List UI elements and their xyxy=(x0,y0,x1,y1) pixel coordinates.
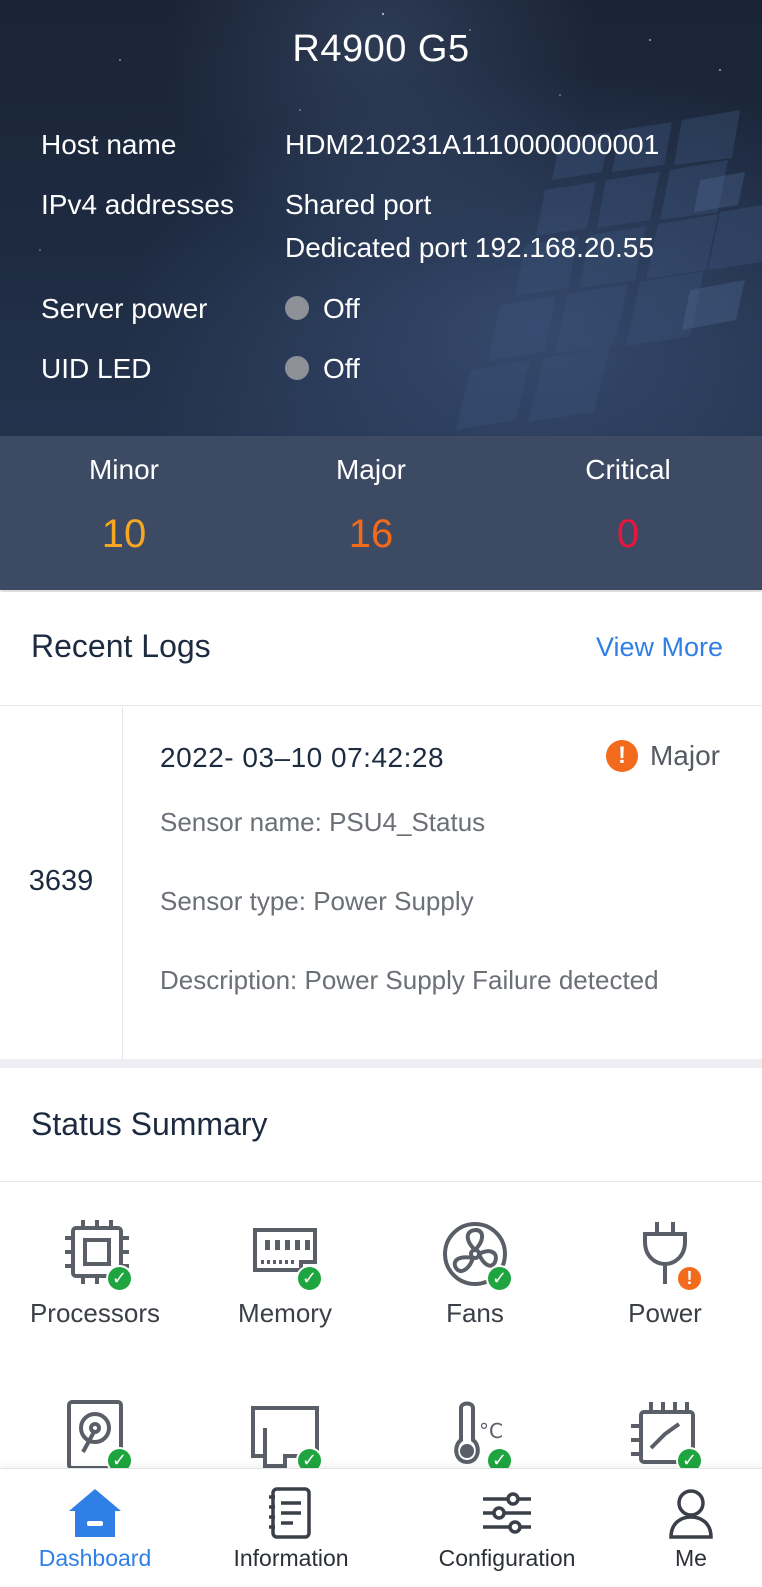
minor-alarm-count: 10 xyxy=(101,512,147,556)
minor-alarm-label: Minor xyxy=(88,454,159,485)
processor-icon: ✓ xyxy=(55,1218,135,1292)
ok-check-icon: ✓ xyxy=(296,1265,323,1292)
pcie-card-icon: ✓ xyxy=(245,1400,325,1474)
status-tile-pcie[interactable]: ✓ xyxy=(190,1400,380,1474)
major-alarm-count: 16 xyxy=(348,512,394,556)
tab-label-information: Information xyxy=(233,1545,349,1571)
uid-led-status: Off xyxy=(285,348,360,390)
power-plug-icon: ! xyxy=(625,1218,705,1292)
section-divider xyxy=(0,1059,762,1068)
ipv4-label: IPv4 addresses xyxy=(41,189,234,220)
home-icon xyxy=(69,1489,121,1537)
recent-logs-title: Recent Logs xyxy=(31,628,211,664)
tab-label-configuration: Configuration xyxy=(438,1545,576,1571)
status-label-processors: Processors xyxy=(29,1298,161,1328)
tab-configuration[interactable]: Configuration xyxy=(412,1469,602,1587)
tab-label-me: Me xyxy=(675,1545,707,1571)
status-summary-header: Status Summary xyxy=(0,1068,762,1182)
ipv4-shared-port: Shared port xyxy=(285,189,432,220)
status-label-power: Power xyxy=(628,1298,702,1328)
status-summary-title: Status Summary xyxy=(31,1106,268,1142)
tab-me[interactable]: Me xyxy=(596,1469,762,1587)
log-id: 3639 xyxy=(28,865,94,897)
status-tile-processors[interactable]: ✓ Processors xyxy=(0,1218,190,1329)
memory-icon: ✓ xyxy=(245,1218,325,1292)
log-description: Description: Power Supply Failure detect… xyxy=(160,965,659,995)
document-list-icon xyxy=(269,1487,311,1539)
critical-alarm-count: 0 xyxy=(616,512,640,556)
fan-icon: ✓ xyxy=(435,1218,515,1292)
major-alarm-label: Major xyxy=(335,454,406,485)
log-timestamp: 2022- 03–10 07:42:28 xyxy=(160,742,445,773)
status-label-memory: Memory xyxy=(238,1298,332,1328)
mainboard-icon: ✓ xyxy=(625,1400,705,1474)
log-severity-label: Major xyxy=(649,740,720,771)
uid-status-dot-icon xyxy=(285,356,309,381)
status-tile-memory[interactable]: ✓ Memory xyxy=(190,1218,380,1329)
status-tile-storage[interactable]: ✓ xyxy=(0,1400,190,1474)
log-severity: ! Major xyxy=(605,740,720,772)
host-name-value: HDM210231A1110000000001 xyxy=(285,129,660,160)
alarm-summary-bar: Minor 10 Major 16 Critical 0 xyxy=(0,436,762,590)
svg-text:°C: °C xyxy=(479,1419,503,1443)
tab-information[interactable]: Information xyxy=(196,1469,386,1587)
storage-disk-icon: ✓ xyxy=(55,1400,135,1474)
tab-label-dashboard: Dashboard xyxy=(38,1545,152,1571)
status-tile-mainboard[interactable]: ✓ xyxy=(570,1400,760,1474)
tab-dashboard[interactable]: Dashboard xyxy=(0,1469,190,1587)
sliders-icon xyxy=(483,1492,531,1534)
temperature-icon: °C ✓ xyxy=(435,1400,515,1474)
view-more-link[interactable]: View More xyxy=(596,632,723,663)
server-header: R4900 G5 Host name HDM210231A11100000000… xyxy=(0,0,762,436)
server-model-title: R4900 G5 xyxy=(292,28,470,70)
host-name-label: Host name xyxy=(41,129,177,160)
status-tile-fans[interactable]: ✓ Fans xyxy=(380,1218,570,1329)
status-tile-temperature[interactable]: °C ✓ xyxy=(380,1400,570,1474)
bottom-tab-bar: Dashboard Information Configuration Me xyxy=(0,1468,762,1587)
log-entry[interactable]: 3639 2022- 03–10 07:42:28 ! Major Sensor… xyxy=(0,707,762,1061)
status-tile-power[interactable]: ! Power xyxy=(570,1218,760,1329)
recent-logs-header: Recent Logs View More xyxy=(0,592,762,706)
uid-led-label: UID LED xyxy=(41,353,152,384)
server-power-label: Server power xyxy=(41,293,208,324)
warning-alert-icon: ! xyxy=(676,1265,703,1292)
critical-alarm-label: Critical xyxy=(585,454,671,485)
power-status-dot-icon xyxy=(285,296,309,321)
server-power-status: Off xyxy=(285,288,360,330)
server-power-value: Off xyxy=(323,293,360,324)
log-sensor-type: Sensor type: Power Supply xyxy=(160,886,474,916)
ok-check-icon: ✓ xyxy=(106,1265,133,1292)
uid-led-value: Off xyxy=(323,353,360,384)
log-id-column: 3639 xyxy=(0,707,123,1061)
person-icon xyxy=(669,1489,713,1539)
log-sensor-name: Sensor name: PSU4_Status xyxy=(160,807,486,837)
ipv4-dedicated-port: Dedicated port 192.168.20.55 xyxy=(285,232,654,263)
major-warning-icon: ! xyxy=(605,740,638,772)
ok-check-icon: ✓ xyxy=(486,1265,513,1292)
status-label-fans: Fans xyxy=(446,1298,504,1328)
